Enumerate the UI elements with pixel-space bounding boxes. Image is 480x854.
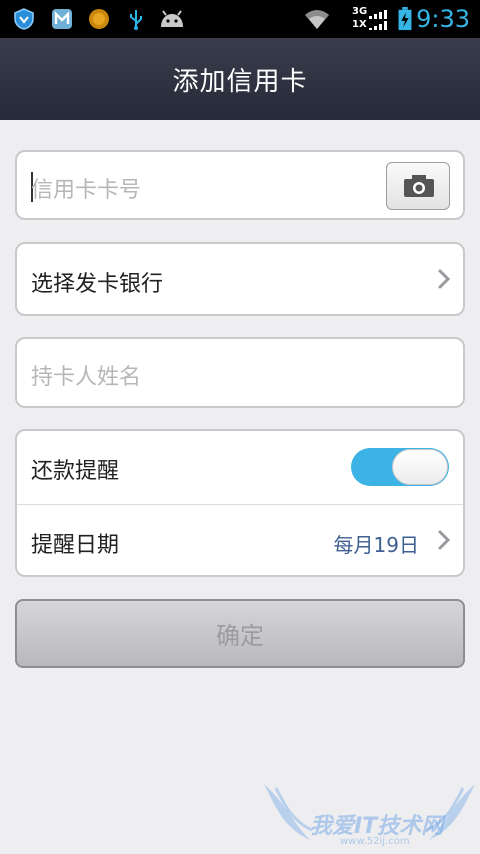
toggle-knob — [392, 449, 448, 485]
reminder-group: 还款提醒 提醒日期 每月19日 — [15, 429, 465, 577]
status-bar: 3G 1X 9:33 — [0, 0, 480, 38]
android-icon — [161, 10, 183, 27]
battery-charging-icon — [398, 7, 412, 31]
network-type: 3G 1X — [352, 5, 367, 31]
chevron-right-icon — [438, 269, 451, 289]
scan-card-button[interactable] — [386, 162, 450, 210]
holder-name-field[interactable]: 持卡人姓名 — [15, 337, 465, 408]
holder-name-placeholder: 持卡人姓名 — [31, 365, 142, 390]
card-number-placeholder: 信用卡卡号 — [31, 178, 142, 203]
select-bank-row[interactable]: 选择发卡银行 — [15, 242, 465, 316]
card-number-field[interactable]: 信用卡卡号 — [15, 150, 465, 220]
network-1x-label: 1X — [352, 19, 367, 30]
row-divider — [17, 504, 463, 505]
watermark: 我爱IT技术网 www.52ij.com — [262, 778, 477, 854]
m-app-icon — [52, 9, 72, 29]
network-3g-label: 3G — [352, 6, 368, 17]
orange-coin-icon — [89, 9, 109, 29]
watermark-url: www.52ij.com — [340, 836, 410, 847]
reminder-date-value[interactable]: 每月19日 — [334, 529, 419, 558]
reminder-label: 还款提醒 — [31, 459, 120, 484]
chevron-right-icon[interactable] — [437, 529, 451, 551]
usb-icon — [130, 10, 142, 30]
page-title: 添加信用卡 — [172, 66, 308, 97]
title-bar: 添加信用卡 — [0, 38, 480, 120]
select-bank-label: 选择发卡银行 — [31, 272, 164, 297]
shield-icon — [14, 8, 34, 30]
status-time: 9:33 — [416, 5, 470, 33]
signal-icon — [369, 10, 387, 30]
wifi-icon — [305, 10, 329, 29]
camera-icon — [404, 175, 434, 197]
confirm-button[interactable]: 确定 — [15, 599, 465, 668]
confirm-label: 确定 — [216, 622, 264, 650]
reminder-toggle[interactable] — [351, 448, 449, 486]
reminder-date-label: 提醒日期 — [31, 533, 120, 558]
